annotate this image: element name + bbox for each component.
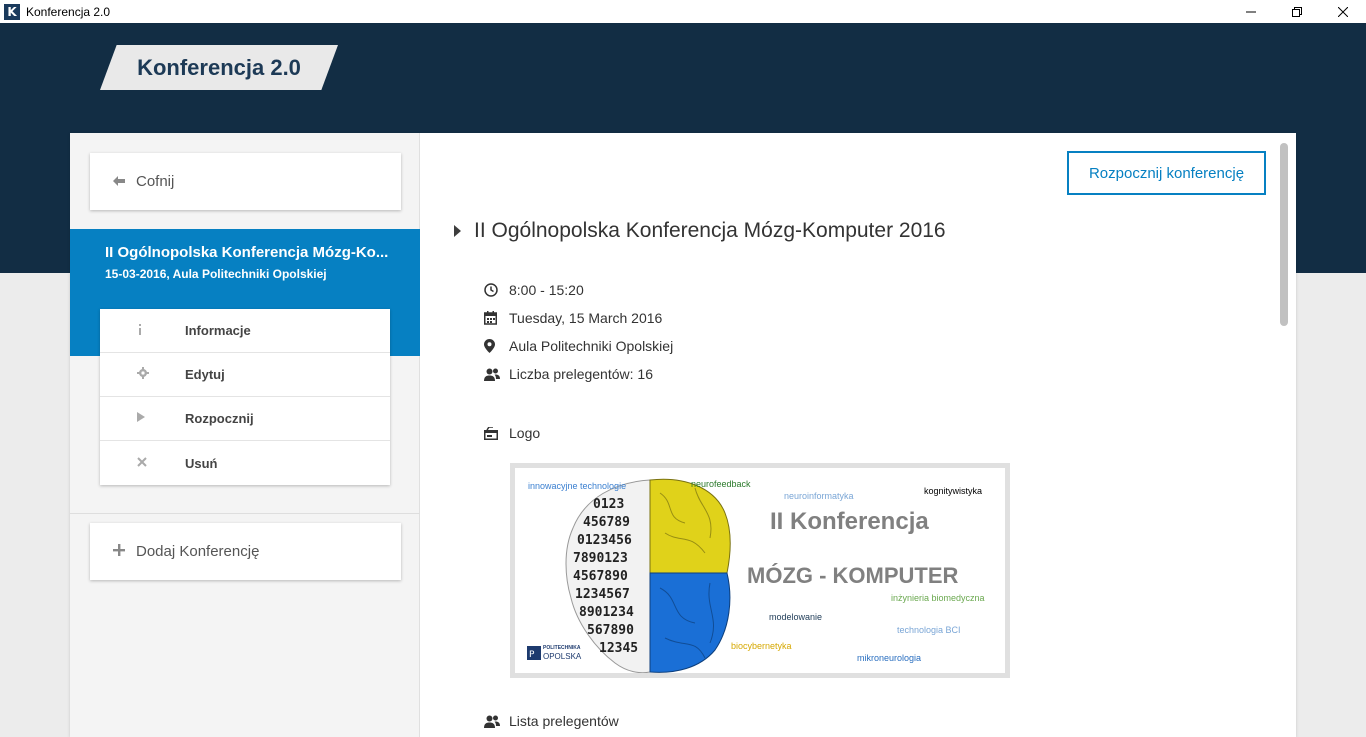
speakers-list-row[interactable]: Lista prelegentów xyxy=(484,713,619,729)
conference-title: II Ogólnopolska Konferencja Mózg-Kompute… xyxy=(474,219,946,242)
logo-word: modelowanie xyxy=(769,612,823,622)
clock-icon xyxy=(484,283,509,297)
minimize-button[interactable] xyxy=(1228,0,1274,23)
window-titlebar: K Konferencja 2.0 xyxy=(0,0,1366,23)
time-row: 8:00 - 15:20 xyxy=(484,282,584,298)
logo-word: kognitywistyka xyxy=(924,486,983,496)
speakers-count-row: Liczba prelegentów: 16 xyxy=(484,366,653,382)
submenu-item-rozpocznij[interactable]: Rozpocznij xyxy=(100,397,390,441)
logo-row: Logo xyxy=(484,425,540,441)
logo-university-sub: OPOLSKA xyxy=(543,652,582,661)
conference-logo-image: 0123 456789 0123456 7890123 4567890 1234… xyxy=(510,463,1010,678)
speakers-count-value: Liczba prelegentów: 16 xyxy=(509,366,653,382)
users-icon xyxy=(484,368,509,381)
active-conference-title: II Ogólnopolska Konferencja Mózg-Ko... xyxy=(105,244,389,261)
back-button[interactable]: Cofnij xyxy=(90,153,401,210)
start-conference-button[interactable]: Rozpocznij konferencję xyxy=(1067,151,1266,195)
logo-university: POLITECHNIKA xyxy=(543,645,581,651)
logo-word: neurofeedback xyxy=(691,479,751,489)
caret-right-icon xyxy=(454,225,461,237)
conference-details: Rozpocznij konferencję II Ogólnopolska K… xyxy=(421,133,1296,737)
add-conference-label: Dodaj Konferencję xyxy=(136,543,260,560)
submenu-item-edytuj[interactable]: Edytuj xyxy=(100,353,390,397)
logo-word: technologia BCI xyxy=(897,625,961,635)
plus-icon xyxy=(112,544,126,559)
submenu-item-label: Rozpocznij xyxy=(185,411,254,426)
submenu-item-usun[interactable]: Usuń xyxy=(100,441,390,485)
close-icon xyxy=(100,456,185,470)
svg-text:P: P xyxy=(529,650,535,660)
logo-word: innowacyjne technologie xyxy=(528,481,627,491)
active-conference-subtitle: 15-03-2016, Aula Politechniki Opolskiej xyxy=(105,267,327,281)
calendar-icon xyxy=(484,311,509,325)
submenu-item-label: Edytuj xyxy=(185,367,225,382)
submenu-item-informacje[interactable]: Informacje xyxy=(100,309,390,353)
main-card: Cofnij II Ogólnopolska Konferencja Mózg-… xyxy=(70,133,1296,737)
logo-label: Logo xyxy=(509,425,541,441)
place-row: Aula Politechniki Opolskiej xyxy=(484,338,673,354)
logo-word: inżynieria biomedyczna xyxy=(891,593,985,603)
conference-submenu: Informacje Edytuj Rozpocznij Usuń xyxy=(100,309,390,485)
svg-text:0123456: 0123456 xyxy=(577,533,632,548)
svg-text:12345: 12345 xyxy=(599,641,638,656)
logo-word: MÓZG - KOMPUTER xyxy=(747,563,959,588)
svg-text:1234567: 1234567 xyxy=(575,587,630,602)
logo-word: II Konferencja xyxy=(770,508,929,535)
play-icon xyxy=(100,412,185,425)
minimize-icon xyxy=(1246,11,1256,12)
logo-canvas: 0123 456789 0123456 7890123 4567890 1234… xyxy=(515,468,1005,673)
svg-text:456789: 456789 xyxy=(583,515,630,530)
close-window-button[interactable] xyxy=(1320,0,1366,23)
conference-heading: II Ogólnopolska Konferencja Mózg-Kompute… xyxy=(454,219,946,243)
logo-word: biocybernetyka xyxy=(731,641,792,651)
info-icon xyxy=(100,323,185,338)
svg-text:7890123: 7890123 xyxy=(573,551,628,566)
window-controls xyxy=(1228,0,1366,23)
gear-icon xyxy=(100,367,185,382)
brand-logo: Konferencja 2.0 xyxy=(100,45,338,90)
restore-button[interactable] xyxy=(1274,0,1320,23)
place-value: Aula Politechniki Opolskiej xyxy=(509,338,674,354)
brand-title: Konferencja 2.0 xyxy=(137,55,301,80)
logo-word: mikroneurologia xyxy=(857,653,922,663)
date-row: Tuesday, 15 March 2016 xyxy=(484,310,662,326)
logo-word: neuroinformatyka xyxy=(784,491,854,501)
app-icon: K xyxy=(4,3,20,20)
image-icon xyxy=(484,426,509,440)
back-button-label: Cofnij xyxy=(136,173,175,190)
speakers-list-label: Lista prelegentów xyxy=(509,713,619,729)
time-value: 8:00 - 15:20 xyxy=(509,282,584,298)
add-conference-button[interactable]: Dodaj Konferencję xyxy=(90,523,401,580)
submenu-item-label: Informacje xyxy=(185,323,251,338)
close-icon xyxy=(1338,6,1348,17)
sidebar-divider xyxy=(70,513,420,514)
arrow-left-icon xyxy=(112,174,126,189)
sidebar: Cofnij II Ogólnopolska Konferencja Mózg-… xyxy=(70,133,420,737)
map-marker-icon xyxy=(484,339,509,353)
window-title: Konferencja 2.0 xyxy=(26,4,111,19)
date-value: Tuesday, 15 March 2016 xyxy=(509,310,663,326)
submenu-item-label: Usuń xyxy=(185,455,218,471)
svg-text:4567890: 4567890 xyxy=(573,569,628,584)
restore-icon xyxy=(1292,6,1302,17)
svg-text:0123: 0123 xyxy=(593,497,624,512)
users-icon xyxy=(484,715,509,728)
scrollbar-thumb[interactable] xyxy=(1280,143,1288,326)
svg-text:567890: 567890 xyxy=(587,623,634,638)
svg-text:8901234: 8901234 xyxy=(579,605,634,620)
